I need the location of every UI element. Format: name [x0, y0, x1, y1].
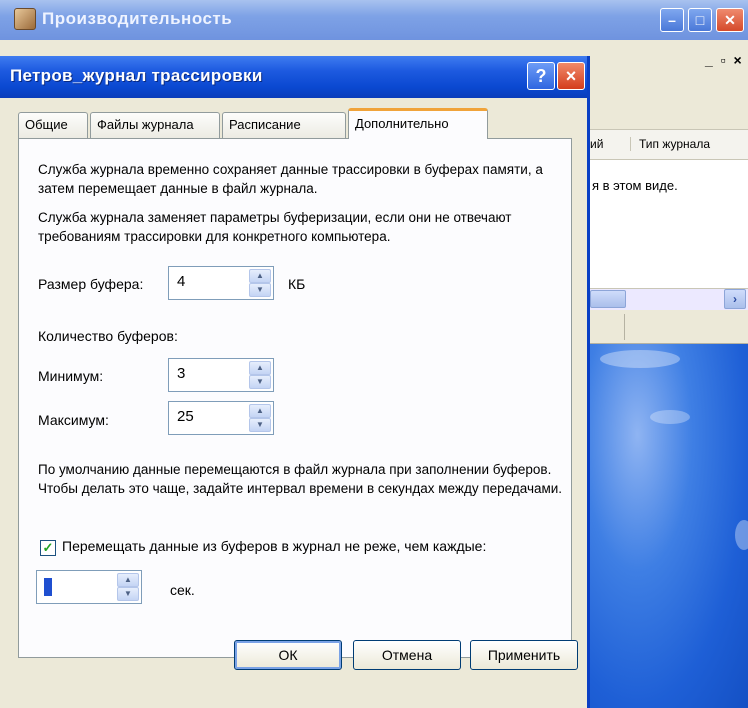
scroll-right-arrow-icon[interactable]: ›	[724, 289, 746, 309]
maximum-label: Максимум:	[38, 412, 109, 428]
desktop-cloud	[735, 520, 748, 550]
tab-log-files[interactable]: Файлы журнала	[90, 112, 220, 138]
background-toolbar	[590, 80, 748, 130]
spin-up-icon[interactable]: ▲	[117, 573, 139, 587]
list-empty-text: я в этом виде.	[592, 178, 678, 193]
desktop-cloud	[600, 350, 680, 368]
mdi-window-controls[interactable]: _ ▫ ×	[705, 52, 744, 68]
apply-button[interactable]: Применить	[470, 640, 578, 670]
flush-interval-checkbox[interactable]: ✓	[40, 540, 56, 556]
spin-up-icon[interactable]: ▲	[249, 361, 271, 375]
text-selection-caret	[44, 578, 52, 596]
tab-advanced[interactable]: Дополнительно	[348, 108, 488, 139]
buffer-size-stepper[interactable]: 4 ▲ ▼	[168, 266, 274, 300]
minimize-icon[interactable]: –	[660, 8, 684, 32]
flush-description-paragraph: По умолчанию данные перемещаются в файл …	[38, 462, 563, 496]
spin-down-icon[interactable]: ▼	[249, 418, 271, 432]
minimum-label: Минимум:	[38, 368, 104, 384]
dialog-title: Петров_журнал трассировки	[10, 66, 263, 85]
spin-down-icon[interactable]: ▼	[117, 587, 139, 601]
buffer-size-unit: КБ	[288, 276, 306, 292]
list-column-header[interactable]: ий	[590, 137, 603, 151]
background-window-titlebar[interactable]: Производительность – □ ✕	[0, 0, 748, 40]
cancel-button[interactable]: Отмена	[353, 640, 461, 670]
spin-up-icon[interactable]: ▲	[249, 269, 271, 283]
buffer-size-value[interactable]: 4	[177, 273, 185, 290]
spin-up-icon[interactable]: ▲	[249, 404, 271, 418]
spin-down-icon[interactable]: ▼	[249, 283, 271, 297]
spin-down-icon[interactable]: ▼	[249, 375, 271, 389]
background-window-title: Производительность	[42, 9, 233, 28]
maximum-buffers-stepper[interactable]: 25 ▲ ▼	[168, 401, 274, 435]
flush-interval-checkbox-label[interactable]: Перемещать данные из буферов в журнал не…	[62, 538, 486, 554]
maximum-buffers-value[interactable]: 25	[177, 408, 194, 425]
buffer-size-label: Размер буфера:	[38, 276, 144, 292]
tab-general[interactable]: Общие	[18, 112, 88, 138]
description-paragraph: Служба журнала временно сохраняет данные…	[38, 162, 543, 196]
list-column-header-log-type[interactable]: Тип журнала	[630, 137, 710, 151]
desktop-background	[590, 344, 748, 708]
minimum-buffers-value[interactable]: 3	[177, 365, 185, 382]
close-icon[interactable]: ✕	[716, 8, 744, 32]
flush-interval-unit: сек.	[170, 582, 195, 598]
help-icon[interactable]: ?	[527, 62, 555, 90]
performance-app-icon	[14, 8, 36, 30]
override-paragraph: Служба журнала заменяет параметры буфери…	[38, 210, 512, 244]
buffer-count-label: Количество буферов:	[38, 328, 178, 344]
tab-schedule[interactable]: Расписание	[222, 112, 346, 138]
dialog-close-icon[interactable]: ×	[557, 62, 585, 90]
ok-button[interactable]: ОК	[234, 640, 342, 670]
minimum-buffers-stepper[interactable]: 3 ▲ ▼	[168, 358, 274, 392]
scrollbar-thumb[interactable]	[590, 290, 626, 308]
desktop-cloud	[650, 410, 690, 424]
status-bar-divider	[624, 314, 625, 340]
dialog-titlebar[interactable]: Петров_журнал трассировки ? ×	[0, 56, 587, 98]
status-bar	[590, 310, 748, 344]
maximize-icon[interactable]: □	[688, 8, 712, 32]
